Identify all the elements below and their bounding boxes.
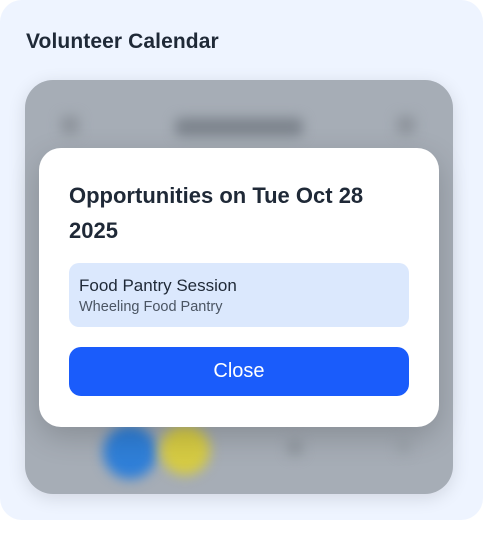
next-month-icon [397,116,415,134]
opportunity-item[interactable]: Food Pantry Session Wheeling Food Pantry [69,263,409,327]
prev-month-icon [61,116,79,134]
opportunities-modal: Opportunities on Tue Oct 28 2025 Food Pa… [39,148,439,427]
calendar-card: Volunteer Calendar Opportunities on Tue … [0,0,483,520]
calendar-month-label [175,118,303,136]
modal-title: Opportunities on Tue Oct 28 2025 [69,183,364,243]
close-button[interactable]: Close [69,347,409,396]
calendar-day-marker [160,425,210,475]
opportunity-name: Food Pantry Session [79,276,237,295]
calendar-day-marker [287,440,303,456]
calendar-day-marker [397,440,411,454]
opportunity-organization: Wheeling Food Pantry [79,299,223,315]
page-title: Volunteer Calendar [26,30,219,53]
calendar-day-marker [103,425,157,479]
